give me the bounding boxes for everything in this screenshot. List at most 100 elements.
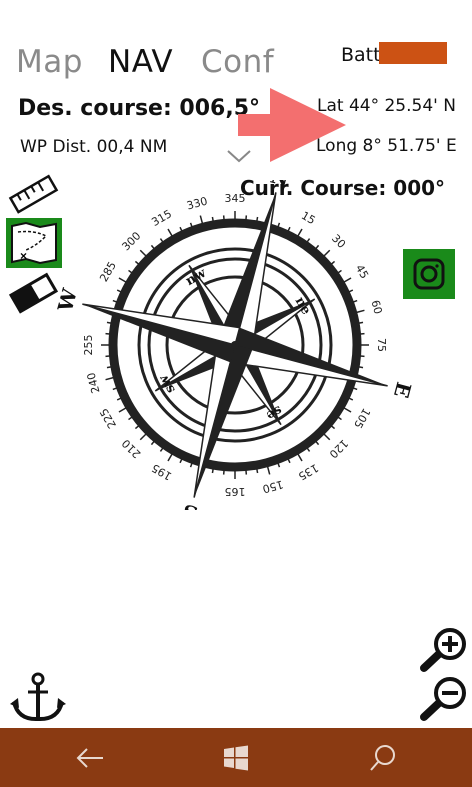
- pointer-arrow-icon: [238, 88, 346, 162]
- compass-tick: [128, 269, 133, 274]
- compass-tick: [323, 433, 331, 441]
- compass-tick: [287, 458, 291, 464]
- compass-tick: [337, 416, 342, 421]
- compass-tick: [150, 441, 155, 446]
- compass-tick: [343, 407, 352, 413]
- compass-tick: [118, 277, 127, 283]
- compass-tick: [358, 366, 364, 369]
- compass-tick: [315, 244, 320, 249]
- compass-degree-label: 45: [353, 262, 371, 281]
- compass-degree-label: 150: [261, 478, 285, 496]
- compass-tick: [323, 249, 331, 257]
- compass-cardinal-label: W: [55, 286, 82, 315]
- tab-conf[interactable]: Conf: [201, 44, 274, 80]
- compass-tick: [353, 299, 358, 303]
- compass-tick: [134, 260, 139, 265]
- waypoint-distance: WP Dist. 00,4 NM: [20, 137, 168, 157]
- compass-tick: [315, 441, 320, 446]
- compass-tick: [112, 299, 117, 303]
- compass-tick: [287, 226, 291, 232]
- compass-tick: [337, 269, 342, 274]
- compass-tick: [331, 425, 336, 430]
- compass-tick: [159, 238, 164, 243]
- compass-tick: [116, 397, 122, 401]
- compass-degree-label: 330: [185, 194, 209, 212]
- compass-tick: [343, 277, 352, 283]
- compass-degree-label: 195: [149, 461, 174, 483]
- compass-tick: [348, 289, 354, 293]
- compass-rose: 15 30 45 60 75 105120 135 150 165 195 210225 240 255…: [55, 180, 415, 510]
- compass-degree-label: 285: [97, 259, 119, 284]
- compass-center: [231, 341, 239, 349]
- route-map-icon[interactable]: ×: [6, 218, 62, 268]
- compass-degree-label: 15: [299, 209, 318, 227]
- compass-degree-label: 75: [375, 338, 388, 352]
- compass-tick: [199, 215, 204, 224]
- compass-cardinal-label: E: [389, 379, 415, 400]
- zoom-out-icon[interactable]: [418, 675, 470, 723]
- compass-tick: [297, 453, 303, 462]
- compass-tick: [112, 387, 117, 391]
- svg-text:×: ×: [20, 249, 27, 263]
- compass-tick: [356, 309, 365, 314]
- compass-degree-label: 240: [84, 371, 102, 395]
- compass-tick: [189, 222, 193, 227]
- compass-degree-label: 300: [119, 229, 143, 253]
- compass-tick: [353, 387, 358, 391]
- zoom-in-icon[interactable]: [418, 626, 470, 674]
- windows-logo-icon: [224, 745, 248, 770]
- compass-degree-label: 135: [296, 461, 321, 483]
- compass-tick: [159, 447, 164, 452]
- compass-tick: [150, 244, 155, 249]
- compass-degree-label: 105: [351, 406, 373, 431]
- compass-tick: [306, 238, 311, 243]
- compass-degree-label: 165: [225, 485, 246, 498]
- compass-tick: [179, 226, 183, 232]
- compass-degree-label: 30: [329, 232, 348, 251]
- ruler-icon[interactable]: [8, 172, 60, 218]
- chevron-down-icon[interactable]: [226, 148, 252, 164]
- system-nav-bar: [0, 728, 472, 787]
- compass-tick: [179, 458, 183, 464]
- compass-tick: [266, 466, 271, 475]
- back-button[interactable]: [50, 728, 130, 787]
- tab-nav[interactable]: NAV: [108, 44, 173, 80]
- back-arrow-icon: [76, 747, 103, 768]
- battery-empty: [447, 42, 455, 64]
- compass-tick: [118, 407, 127, 413]
- compass-degree-label: 120: [327, 437, 351, 461]
- compass-tick: [106, 366, 112, 369]
- compass-degree-label: 345: [225, 192, 246, 205]
- compass-degree-label: 225: [97, 406, 119, 431]
- compass-degree-label: 210: [119, 437, 143, 461]
- compass-tick: [189, 463, 193, 468]
- compass-tick: [116, 289, 122, 293]
- compass-tick: [297, 228, 303, 237]
- compass-tick: [139, 433, 147, 441]
- home-button[interactable]: [196, 728, 276, 787]
- compass-tick: [358, 321, 364, 324]
- compass-cardinal-label: N: [268, 180, 292, 191]
- compass-degree-label: 255: [82, 335, 95, 356]
- compass-tick: [277, 222, 281, 227]
- eraser-icon[interactable]: [8, 270, 60, 318]
- tab-map[interactable]: Map: [16, 44, 83, 80]
- compass-tick: [105, 376, 114, 381]
- compass-tick: [306, 447, 311, 452]
- compass-tick: [167, 228, 173, 237]
- compass-degree-label: 315: [149, 207, 174, 229]
- compass-cardinal-label: S: [180, 499, 200, 510]
- compass-tick: [211, 216, 214, 222]
- compass-tick: [256, 216, 259, 222]
- battery-level-bar: [379, 42, 447, 64]
- desired-course: Des. course: 006,5°: [18, 96, 261, 121]
- compass-tick: [134, 425, 139, 430]
- search-icon: [370, 744, 395, 771]
- compass-tick: [348, 397, 354, 401]
- anchor-icon[interactable]: [10, 672, 66, 724]
- search-button[interactable]: [343, 728, 423, 787]
- compass-tick: [139, 249, 147, 257]
- compass-degree-label: 60: [368, 299, 384, 316]
- compass-tick: [277, 463, 281, 468]
- compass-tick: [167, 453, 173, 462]
